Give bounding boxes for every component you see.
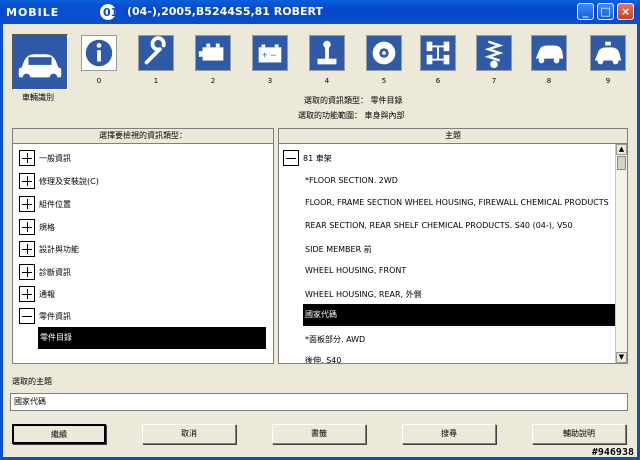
topic-item[interactable]: SIDE MEMBER 前: [305, 244, 372, 255]
maximize-button[interactable]: □: [597, 3, 614, 20]
expand-icon[interactable]: [19, 241, 35, 257]
tool-suspension[interactable]: [476, 35, 512, 71]
selected-topic-field[interactable]: 國家代碼: [10, 393, 628, 411]
tool-number: 8: [546, 77, 552, 85]
tool-number: 4: [324, 77, 330, 85]
tool-steering[interactable]: [420, 35, 456, 71]
scroll-thumb[interactable]: [617, 156, 626, 170]
suspension-spring-icon: [477, 36, 511, 70]
engine-icon: [196, 36, 230, 70]
expand-icon[interactable]: [19, 286, 35, 302]
vehicle-identification-label: 車輛識別: [22, 93, 54, 102]
tree-item[interactable]: 通報: [19, 285, 55, 303]
gear-shift-icon: [310, 36, 344, 70]
svg-text:01: 01: [103, 6, 118, 19]
tool-number: 2: [210, 77, 216, 85]
topic-item[interactable]: *面板部分. AWD: [305, 334, 365, 345]
expand-icon[interactable]: [19, 264, 35, 280]
tool-number: 7: [491, 77, 497, 85]
info-type-tree-panel: 選擇要檢視的資訊類型： 一般資訊 修理及安裝說(C) 組件位置 規格 設計與功能…: [12, 128, 274, 364]
title-bar: MOBILE 01 (04-),2005,B5244S5,81 ROBERT _…: [0, 0, 640, 24]
selected-topic-label: 選取的主題: [12, 377, 52, 386]
tree-child-selected[interactable]: 零件目錄: [38, 327, 266, 349]
tool-body[interactable]: [531, 35, 567, 71]
battery-icon: + −: [253, 36, 287, 70]
close-button[interactable]: ×: [617, 3, 634, 20]
topic-root[interactable]: 81 車架: [283, 149, 332, 167]
tree-item[interactable]: 規格: [19, 218, 55, 236]
scroll-up-button[interactable]: ▲: [616, 144, 627, 155]
topic-item[interactable]: *FLOOR SECTION. 2WD: [305, 176, 398, 185]
tree-item-label: 修理及安裝說(C): [39, 176, 99, 186]
tree-item-label: 診斷資訊: [39, 267, 71, 277]
tree-item[interactable]: 一般資訊: [19, 149, 71, 167]
svg-text:+ −: + −: [262, 51, 277, 60]
brake-disc-icon: [367, 36, 401, 70]
scroll-down-button[interactable]: ▼: [616, 352, 627, 363]
collapse-icon[interactable]: [19, 308, 35, 324]
tool-brakes[interactable]: [366, 35, 402, 71]
collapse-icon[interactable]: [283, 150, 299, 166]
tool-number: 3: [267, 77, 273, 85]
topic-item[interactable]: WHEEL HOUSING, FRONT: [305, 266, 406, 275]
topics-scrollbar[interactable]: ▲ ▼: [615, 144, 627, 363]
tool-repair[interactable]: [138, 35, 174, 71]
expand-icon[interactable]: [19, 219, 35, 235]
tool-number: 0: [96, 77, 102, 85]
cancel-button[interactable]: 取消: [142, 424, 236, 444]
tree-item[interactable]: 設計與功能: [19, 240, 79, 258]
tree-item[interactable]: 診斷資訊: [19, 263, 71, 281]
expand-icon[interactable]: [19, 173, 35, 189]
tree-item-label: 規格: [39, 222, 55, 232]
tree-item[interactable]: 組件位置: [19, 195, 71, 213]
bookmark-button[interactable]: 書籤: [272, 424, 366, 444]
tree-item-label: 零件資訊: [39, 311, 71, 321]
tool-number: 5: [381, 77, 387, 85]
watermark: #946938: [591, 447, 634, 458]
wrench-icon: [139, 36, 173, 70]
help-button[interactable]: 輔助說明: [532, 424, 626, 444]
topic-item[interactable]: WHEEL HOUSING, REAR, 外側: [305, 289, 422, 300]
topic-item-selected[interactable]: 國家代碼: [303, 304, 615, 326]
axle-icon: [421, 36, 455, 70]
topic-item[interactable]: 後伸. S40: [305, 355, 341, 363]
tool-number: 9: [605, 77, 611, 85]
tree-item[interactable]: 零件資訊: [19, 307, 71, 325]
expand-icon[interactable]: [19, 150, 35, 166]
tree-item-label: 設計與功能: [39, 244, 79, 254]
tree-item-label: 通報: [39, 289, 55, 299]
topics-header: 主題: [279, 129, 627, 144]
topics-panel: 主題 81 車架 *FLOOR SECTION. 2WD FLOOR, FRAM…: [278, 128, 628, 364]
svg-text:MOBILE: MOBILE: [6, 6, 59, 19]
topic-item[interactable]: REAR SECTION, REAR SHELF CHEMICAL PRODUC…: [305, 221, 573, 230]
tree-item-label: 組件位置: [39, 199, 71, 209]
vehicle-identification-button[interactable]: [12, 34, 68, 90]
mobile01-logo: MOBILE 01: [4, 4, 124, 20]
expand-icon[interactable]: [19, 196, 35, 212]
car-icon: [13, 35, 67, 89]
tool-accessories[interactable]: [590, 35, 626, 71]
info-icon: [85, 39, 113, 67]
continue-button[interactable]: 繼續: [12, 424, 106, 444]
tool-transmission[interactable]: [309, 35, 345, 71]
window-title: (04-),2005,B5244S5,81 ROBERT: [127, 5, 323, 18]
selected-function-scope: 選取的功能範圍： 車身與內部: [298, 111, 405, 120]
tool-info[interactable]: [81, 35, 117, 71]
info-type-tree-header: 選擇要檢視的資訊類型：: [13, 129, 273, 144]
minimize-button[interactable]: _: [577, 3, 594, 20]
search-button[interactable]: 搜尋: [402, 424, 496, 444]
police-car-icon: [591, 36, 625, 70]
selected-info-type: 選取的資訊類型： 零件目錄: [304, 96, 403, 105]
tool-electrical[interactable]: + −: [252, 35, 288, 71]
tree-item-label: 一般資訊: [39, 153, 71, 163]
car-body-icon: [532, 36, 566, 70]
tool-engine[interactable]: [195, 35, 231, 71]
topic-item[interactable]: FLOOR, FRAME SECTION WHEEL HOUSING, FIRE…: [305, 198, 609, 207]
topic-root-label: 81 車架: [303, 153, 332, 163]
tool-number: 1: [153, 77, 159, 85]
tool-number: 6: [435, 77, 441, 85]
tree-item[interactable]: 修理及安裝說(C): [19, 172, 99, 190]
